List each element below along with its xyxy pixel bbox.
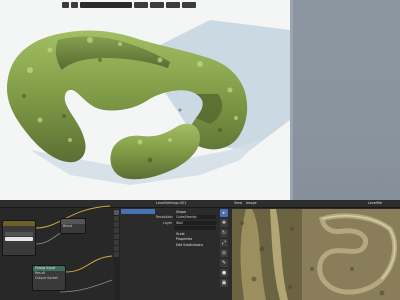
node-field[interactable] bbox=[5, 232, 33, 236]
property-section[interactable]: Properties bbox=[174, 237, 192, 241]
3d-viewport[interactable] bbox=[0, 0, 400, 200]
property-value[interactable]: Cube/Nearby bbox=[174, 215, 216, 220]
move-icon[interactable]: ✥ bbox=[220, 219, 228, 227]
heightmap-texture bbox=[232, 209, 400, 300]
menu-view[interactable]: View bbox=[234, 201, 242, 205]
node-wire bbox=[59, 279, 113, 293]
property-row: Edit Subdivisions bbox=[156, 242, 216, 248]
bottom-panels: Blend Group Input Result Output Socket L… bbox=[0, 200, 400, 300]
rock-terrain-render bbox=[6, 20, 290, 185]
tab-object[interactable] bbox=[114, 240, 119, 245]
node-socket bbox=[3, 226, 35, 231]
tab-world[interactable] bbox=[114, 234, 119, 239]
image-editor-header: View Image Levelfile bbox=[218, 200, 400, 208]
fill-icon[interactable]: ▣ bbox=[220, 279, 228, 287]
toolbar: ▸ ✥ ↻ ⤢ ◎ ✎ ● ▣ bbox=[220, 209, 229, 289]
annotate-icon[interactable]: ✎ bbox=[220, 259, 228, 267]
viewport-header bbox=[62, 0, 302, 9]
property-row: Layer Wall bbox=[156, 220, 216, 226]
rotate-icon[interactable]: ↻ bbox=[220, 229, 228, 237]
select-menu-button[interactable] bbox=[71, 1, 78, 8]
property-value[interactable] bbox=[174, 226, 216, 231]
tab-scene[interactable] bbox=[114, 228, 119, 233]
node-wire bbox=[65, 255, 113, 273]
properties-detail: Shape Resolution Cube/Nearby Layer Wall … bbox=[156, 209, 216, 248]
node-editor[interactable]: Blend Group Input Result Output Socket bbox=[0, 200, 114, 300]
tab-tool[interactable] bbox=[114, 210, 119, 215]
outliner-list bbox=[121, 209, 155, 278]
node-blend[interactable]: Blend bbox=[60, 218, 86, 234]
list-item[interactable] bbox=[121, 273, 155, 278]
sample-icon[interactable]: ◎ bbox=[220, 249, 228, 257]
properties-tabs bbox=[114, 209, 120, 300]
tab-modifiers[interactable] bbox=[114, 246, 119, 251]
node-socket: Blend bbox=[63, 224, 73, 228]
viewport-object-field[interactable] bbox=[80, 1, 132, 8]
node-socket bbox=[3, 242, 35, 247]
properties-header: LevelSettings.001 bbox=[114, 200, 218, 208]
node-socket: Output Socket bbox=[35, 276, 58, 280]
property-label: Resolution bbox=[156, 215, 173, 220]
properties-panel: LevelSettings.001 Shape Resolution Cube/… bbox=[114, 200, 218, 300]
menu-image[interactable]: Image bbox=[246, 201, 257, 205]
property-section[interactable]: Shape bbox=[174, 210, 186, 214]
shading-mode-material[interactable] bbox=[166, 1, 180, 8]
image-name[interactable]: Levelfile bbox=[368, 201, 382, 205]
node-value[interactable] bbox=[2, 220, 36, 256]
tab-material[interactable] bbox=[114, 252, 119, 257]
shading-mode-rendered[interactable] bbox=[182, 1, 196, 8]
tab-render[interactable] bbox=[114, 216, 119, 221]
node-group-input[interactable]: Group Input Result Output Socket bbox=[32, 265, 66, 291]
node-field-active[interactable] bbox=[5, 237, 33, 241]
property-section[interactable]: Scale bbox=[174, 232, 185, 236]
properties-header-title: LevelSettings.001 bbox=[156, 201, 187, 205]
property-label: Layer bbox=[163, 220, 172, 225]
property-value[interactable]: Wall bbox=[174, 220, 216, 225]
scale-icon[interactable]: ⤢ bbox=[220, 239, 228, 247]
image-editor[interactable]: View Image Levelfile ▸ ✥ ↻ ⤢ ◎ ✎ ● ▣ bbox=[218, 200, 400, 300]
tab-output[interactable] bbox=[114, 222, 119, 227]
texture-canvas[interactable] bbox=[232, 209, 400, 300]
property-section[interactable]: Edit Subdivisions bbox=[174, 243, 203, 247]
shading-mode-wire[interactable] bbox=[134, 1, 148, 8]
brush-icon[interactable]: ● bbox=[220, 269, 228, 277]
view-menu-button[interactable] bbox=[62, 1, 69, 8]
cursor-icon[interactable]: ▸ bbox=[220, 209, 228, 217]
shading-mode-solid[interactable] bbox=[150, 1, 164, 8]
